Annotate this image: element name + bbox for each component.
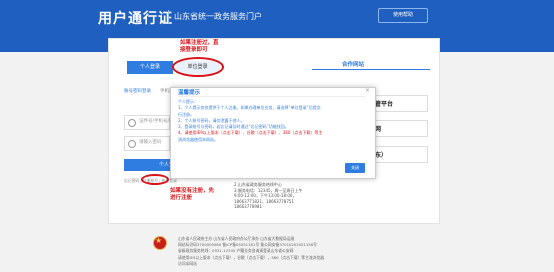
modal-line: 流浏览器使用本网站。 bbox=[178, 136, 218, 142]
title-divider bbox=[168, 10, 169, 24]
password-input[interactable]: 请输入密码 bbox=[124, 136, 170, 151]
page-title: 用户通行证 bbox=[98, 11, 173, 27]
tab-personal-login[interactable]: 个人登录 bbox=[127, 61, 173, 74]
contact-info: 2.山东省政务服务热线中心 3.服务电话：12345，周一至周日上午 9:00-… bbox=[234, 182, 303, 210]
org-hint-line-1: 如果注册过，直 bbox=[180, 40, 219, 46]
contact-line: 9:00-12:00，下午13:00-18:00， bbox=[234, 193, 297, 198]
register-hint-line-1: 如果没有注册，先 bbox=[170, 188, 215, 194]
close-icon[interactable]: × bbox=[365, 87, 370, 94]
coop-heading: 合作网站 bbox=[342, 62, 365, 68]
register-hint-line-2: 进行注册 bbox=[170, 195, 193, 201]
account-placeholder: 证件号/手机号/账 bbox=[139, 119, 174, 124]
register-link-highlight-ellipse bbox=[141, 174, 169, 185]
portal-subtitle: 山东省统一政务服务门户 bbox=[174, 12, 262, 21]
lock-icon bbox=[128, 140, 136, 148]
help-button[interactable]: 使用帮助 bbox=[378, 8, 428, 23]
coop-divider bbox=[312, 69, 430, 70]
footer-text: 山东省人民政府主办 山东省人民政府办公厅承办 山东省大数据局运维 网站标识码37… bbox=[178, 236, 324, 267]
modal-divider bbox=[178, 96, 366, 97]
footer-line: 请使用IE9以上版本（点击下载），谷歌（点击下载），360（点击下载）等主流浏览… bbox=[178, 254, 325, 260]
org-tab-highlight-ellipse bbox=[172, 57, 224, 77]
user-icon bbox=[128, 119, 136, 127]
modal-close-button[interactable]: 关闭 bbox=[345, 163, 365, 173]
password-placeholder: 请输入密码 bbox=[139, 140, 162, 145]
modal-body: 个人提示： 1、个人提示仅仅提供于个人注册。如果办理单位业务，请选择“单位登录”… bbox=[178, 99, 366, 143]
subtab-account[interactable]: 账号密码登录 bbox=[124, 88, 151, 94]
contact-phone: 18663778981 bbox=[234, 204, 262, 209]
footer-line: 访问本网站 bbox=[178, 260, 197, 266]
account-input[interactable]: 证件号/手机号/账 bbox=[124, 115, 174, 130]
org-hint-line-2: 接登录即可 bbox=[180, 47, 208, 53]
emblem-star-icon: ★ bbox=[155, 236, 163, 245]
modal-title: 温馨提示 bbox=[178, 90, 201, 96]
